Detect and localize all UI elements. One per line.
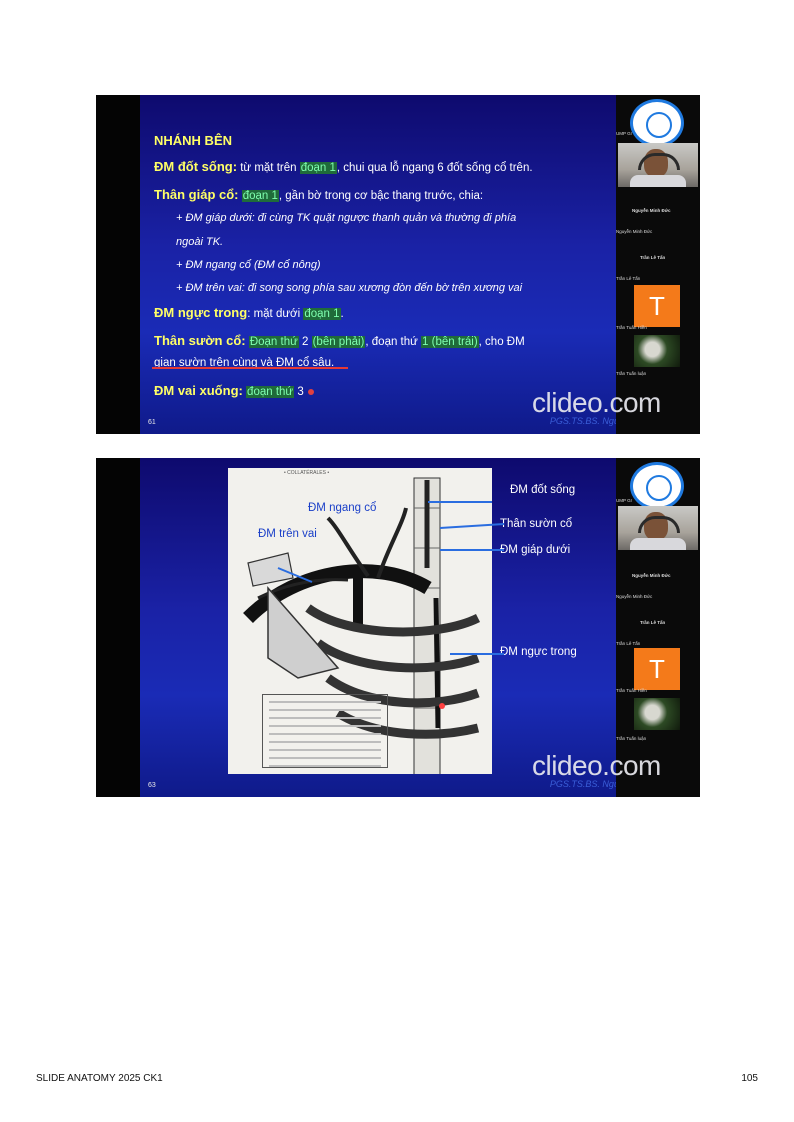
participant-label-2: Trần Lê Tấn <box>616 641 641 646</box>
line-than-giap-co: Thân giáp cổ: đoạn 1, gần bờ trong cơ bậ… <box>154 187 484 202</box>
slide-frame-63: • COLLATÉRALES • ĐM ngang cổ ĐM trên vai… <box>96 458 700 797</box>
clideo-watermark: clideo.com <box>532 387 661 418</box>
participant-label-1: Nguyễn Minh Đức <box>616 594 653 599</box>
line-ngoai-tk: ngoài TK. <box>176 236 224 248</box>
page-number: 105 <box>741 1073 758 1084</box>
slide-title: NHÁNH BÊN <box>154 133 232 148</box>
label-dm-ngang-co: ĐM ngang cổ <box>308 502 377 514</box>
participant-name-2: Trần Lê Tấn <box>640 620 666 625</box>
participant-name-1: Nguyễn Minh Đức <box>632 208 671 213</box>
webcam-video[interactable] <box>618 506 698 550</box>
figure-legend-box <box>262 694 388 768</box>
slide-number: 63 <box>148 782 156 789</box>
avatar-tile[interactable]: T <box>634 285 680 327</box>
label-dm-giap-duoi: ĐM giáp dưới <box>500 544 571 556</box>
label-dm-nguc-trong: ĐM ngực trong <box>500 646 577 658</box>
participant-label-3: Trần Tuấn Hiền <box>616 325 647 330</box>
slide-63: • COLLATÉRALES • ĐM ngang cổ ĐM trên vai… <box>140 458 690 797</box>
footer-title: SLIDE ANATOMY 2025 CK1 <box>36 1073 163 1084</box>
participant-label-3: Trần Tuấn Hiền <box>616 688 647 693</box>
label-pointer-lines <box>440 523 505 655</box>
webcam-video[interactable] <box>618 143 698 187</box>
clideo-watermark: clideo.com <box>532 750 661 781</box>
headset-icon <box>638 516 680 533</box>
line-tren-vai: + ĐM trên vai: đi song song phía sau xươ… <box>176 282 523 294</box>
school-logo-icon <box>630 462 684 510</box>
label-dm-dot-song: ĐM đốt sống <box>510 484 576 496</box>
line-ngang-co: + ĐM ngang cổ (ĐM cổ nông) <box>176 259 321 271</box>
line-giap-duoi: + ĐM giáp dưới: đi cùng TK quặt ngược th… <box>176 212 517 224</box>
figure-header: • COLLATÉRALES • <box>284 470 330 476</box>
headset-icon <box>638 153 680 170</box>
participant-label-4: Trần Tuấn luận <box>616 736 647 741</box>
laser-pointer-dot <box>307 388 314 395</box>
participant-name-1: Nguyễn Minh Đức <box>632 573 671 578</box>
label-dm-tren-vai: ĐM trên vai <box>258 528 317 540</box>
participant-label-1: Nguyễn Minh Đức <box>616 229 653 234</box>
slide-61: NHÁNH BÊN ĐM đốt sống: từ mặt trên đoạn … <box>140 95 690 434</box>
line-than-suon-co: Thân sườn cổ: Đoạn thứ 2 (bên phải), đoạ… <box>154 333 525 348</box>
participant-label-2: Trần Lê Tấn <box>616 276 641 281</box>
zoom-participants-panel: UMP Gr Nguyễn Minh Đức Nguyễn Minh Đức T… <box>616 95 700 434</box>
left-black-bar <box>96 95 140 434</box>
participant-thumbnail[interactable] <box>634 335 680 367</box>
line-nguc-trong: ĐM ngực trong: mặt dưới đoạn 1. <box>154 305 344 320</box>
line-vai-xuong: ĐM vai xuống: đoạn thứ 3 <box>154 383 314 398</box>
participant-label-4: Trần Tuấn luận <box>616 371 647 376</box>
slide-number: 61 <box>148 419 156 426</box>
left-black-bar <box>96 458 140 797</box>
red-underline-annotation <box>152 367 348 369</box>
slide-frame-61: NHÁNH BÊN ĐM đốt sống: từ mặt trên đoạn … <box>96 95 700 434</box>
avatar-tile[interactable]: T <box>634 648 680 690</box>
participant-name-2: Trần Lê Tấn <box>640 255 666 260</box>
label-than-suon-co: Thân sườn cổ <box>500 518 573 530</box>
zoom-participants-panel: UMP Gr Nguyễn Minh Đức Nguyễn Minh Đức T… <box>616 458 700 797</box>
school-logo-icon <box>630 99 684 147</box>
line-dm-dot-song: ĐM đốt sống: từ mặt trên đoạn 1, chui qu… <box>154 159 533 174</box>
participant-thumbnail[interactable] <box>634 698 680 730</box>
